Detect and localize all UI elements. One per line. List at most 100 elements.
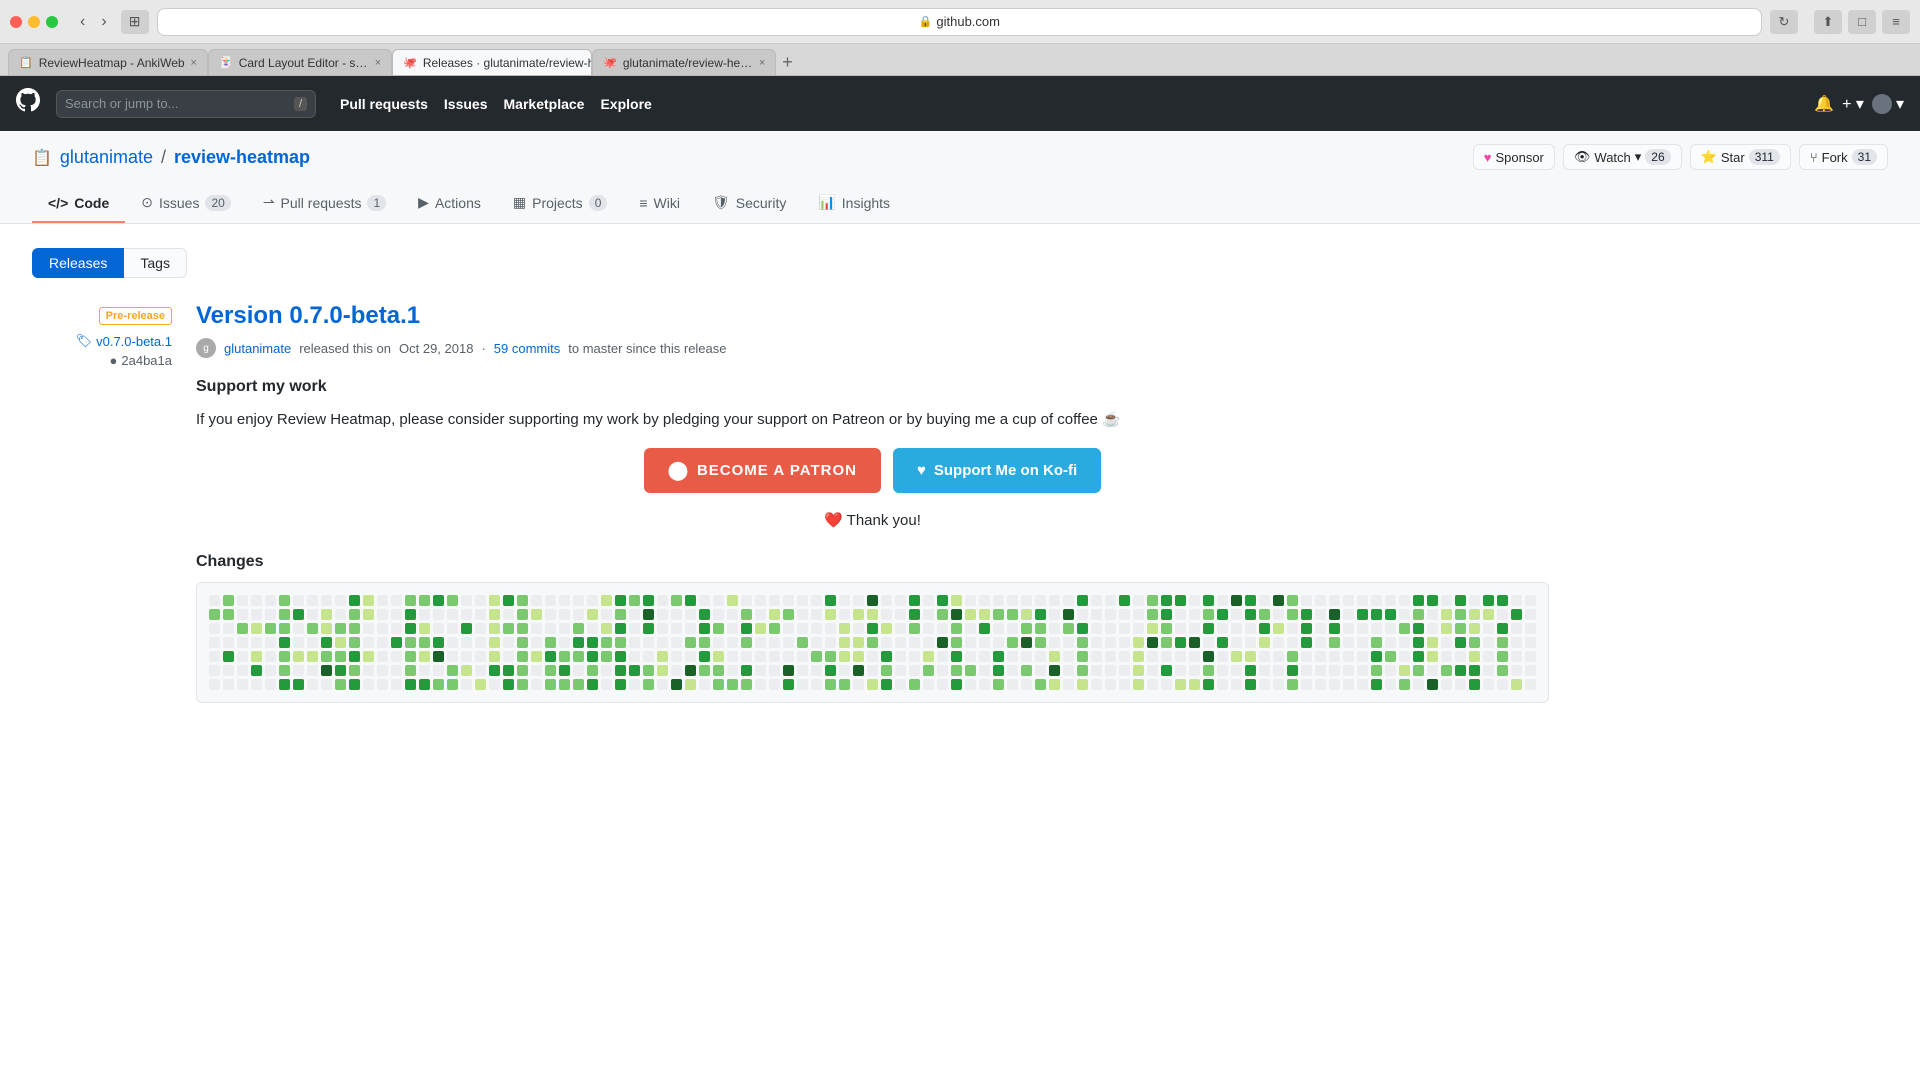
heatmap-column [293,595,304,690]
author-link[interactable]: glutanimate [224,341,291,356]
heatmap-cell [279,609,290,620]
heatmap-cell [839,595,850,606]
heatmap-cell [1385,651,1396,662]
heatmap-cell [1231,609,1242,620]
heatmap-cell [1035,651,1046,662]
tab-close-button[interactable]: × [759,57,765,69]
bookmark-button[interactable]: □ [1848,10,1876,34]
nav-explore[interactable]: Explore [600,96,651,112]
tab-close-button[interactable]: × [375,57,381,69]
heatmap-cell [839,609,850,620]
heatmap-cell [867,637,878,648]
maximize-window-button[interactable] [46,16,58,28]
close-window-button[interactable] [10,16,22,28]
repo-nav-code[interactable]: </> Code [32,184,125,223]
heatmap-cell [783,623,794,634]
repo-nav-wiki[interactable]: ≡ Wiki [623,184,696,223]
star-button[interactable]: ⭐ Star 311 [1690,144,1791,170]
thank-you-text: ❤️ Thank you! [196,509,1549,533]
heatmap-cell [755,637,766,648]
heatmap-cell [1133,623,1144,634]
patreon-button[interactable]: ⬤ BECOME A PATRON [644,448,881,493]
heatmap-cell [727,679,738,690]
heatmap-cell [503,665,514,676]
browser-tab[interactable]: 📋 ReviewHeatmap - AnkiWeb × [8,49,208,75]
heatmap-cell [951,665,962,676]
release-tag-link[interactable]: 🏷 v0.7.0-beta.1 [32,333,172,349]
user-avatar-button[interactable]: ▾ [1872,94,1904,114]
minimize-window-button[interactable] [28,16,40,28]
releases-tab[interactable]: Releases [32,248,124,278]
heatmap-cell [1329,637,1340,648]
tab-overview-button[interactable]: ⊞ [121,10,149,34]
github-logo[interactable] [16,88,40,119]
heatmap-cell [447,679,458,690]
reading-list-button[interactable]: ≡ [1882,10,1910,34]
repo-nav-actions[interactable]: ▶ Actions [402,184,497,223]
heatmap-cell [433,595,444,606]
patreon-label: BECOME A PATRON [697,462,857,479]
share-button[interactable]: ⬆ [1814,10,1842,34]
release-title-link[interactable]: Version 0.7.0-beta.1 [196,302,1549,330]
heatmap-cell [321,637,332,648]
heatmap-cell [461,651,472,662]
heatmap-cell [699,623,710,634]
repo-nav-pull-requests[interactable]: ⇀ Pull requests 1 [247,184,402,223]
star-label: Star [1721,150,1745,165]
heatmap-column [769,595,780,690]
commits-link[interactable]: 59 commits [494,341,560,356]
heatmap-column [1175,595,1186,690]
back-button[interactable]: ‹ [74,11,91,33]
address-bar[interactable]: 🔒 github.com [157,8,1762,36]
sponsor-button[interactable]: ♥ Sponsor [1473,144,1555,170]
nav-pull-requests[interactable]: Pull requests [340,96,428,112]
heatmap-cell [909,609,920,620]
repo-nav-insights[interactable]: 📊 Insights [802,184,906,223]
heatmap-cell [545,679,556,690]
repo-nav-issues[interactable]: ⊙ Issues 20 [125,184,247,223]
browser-tab[interactable]: 🐙 glutanimate/review-heatmap: A... × [592,49,776,75]
heatmap-column [349,595,360,690]
heatmap-cell [741,651,752,662]
kofi-button[interactable]: ♥ Support Me on Ko-fi [893,448,1101,493]
heatmap-cell [1427,679,1438,690]
heatmap-cell [489,651,500,662]
heatmap-column [965,595,976,690]
tab-close-button[interactable]: × [191,57,197,69]
heatmap-cell [1483,637,1494,648]
heatmap-cell [1259,637,1270,648]
heatmap-cell [797,665,808,676]
heatmap-cell [503,679,514,690]
heatmap-cell [1427,651,1438,662]
heatmap-cell [517,665,528,676]
repo-name-link[interactable]: review-heatmap [174,147,310,168]
browser-tab[interactable]: 🃏 Card Layout Editor - syntax... × [208,49,392,75]
heatmap-cell [1343,595,1354,606]
heatmap-cell [1147,665,1158,676]
heatmap-cell [895,637,906,648]
forward-button[interactable]: › [95,11,112,33]
release-commit-link[interactable]: ● 2a4ba1a [32,353,172,368]
browser-tab-active[interactable]: 🐙 Releases · glutanimate/review-heatmap … [392,49,592,75]
repo-nav-projects[interactable]: ▦ Projects 0 [497,184,624,223]
heatmap-cell [699,609,710,620]
heatmap-cell [1483,651,1494,662]
heatmap-cell [867,595,878,606]
search-bar[interactable]: Search or jump to... / [56,90,316,118]
heatmap-cell [1441,651,1452,662]
new-tab-button[interactable]: + [776,49,799,75]
reload-button[interactable]: ↻ [1770,10,1798,34]
heatmap-column [363,595,374,690]
create-new-button[interactable]: + ▾ [1842,94,1864,114]
nav-marketplace[interactable]: Marketplace [504,96,585,112]
repo-owner-link[interactable]: glutanimate [60,147,153,168]
watch-button[interactable]: 👁 Watch ▾ 26 [1563,144,1682,170]
fork-button[interactable]: ⑂ Fork 31 [1799,144,1888,170]
heatmap-cell [1035,665,1046,676]
tags-tab[interactable]: Tags [124,248,187,278]
notifications-button[interactable]: 🔔 [1814,94,1834,114]
nav-issues[interactable]: Issues [444,96,488,112]
heatmap-cell [419,637,430,648]
repo-nav-security[interactable]: 🛡 Security [696,184,802,223]
heatmap-cell [1007,595,1018,606]
